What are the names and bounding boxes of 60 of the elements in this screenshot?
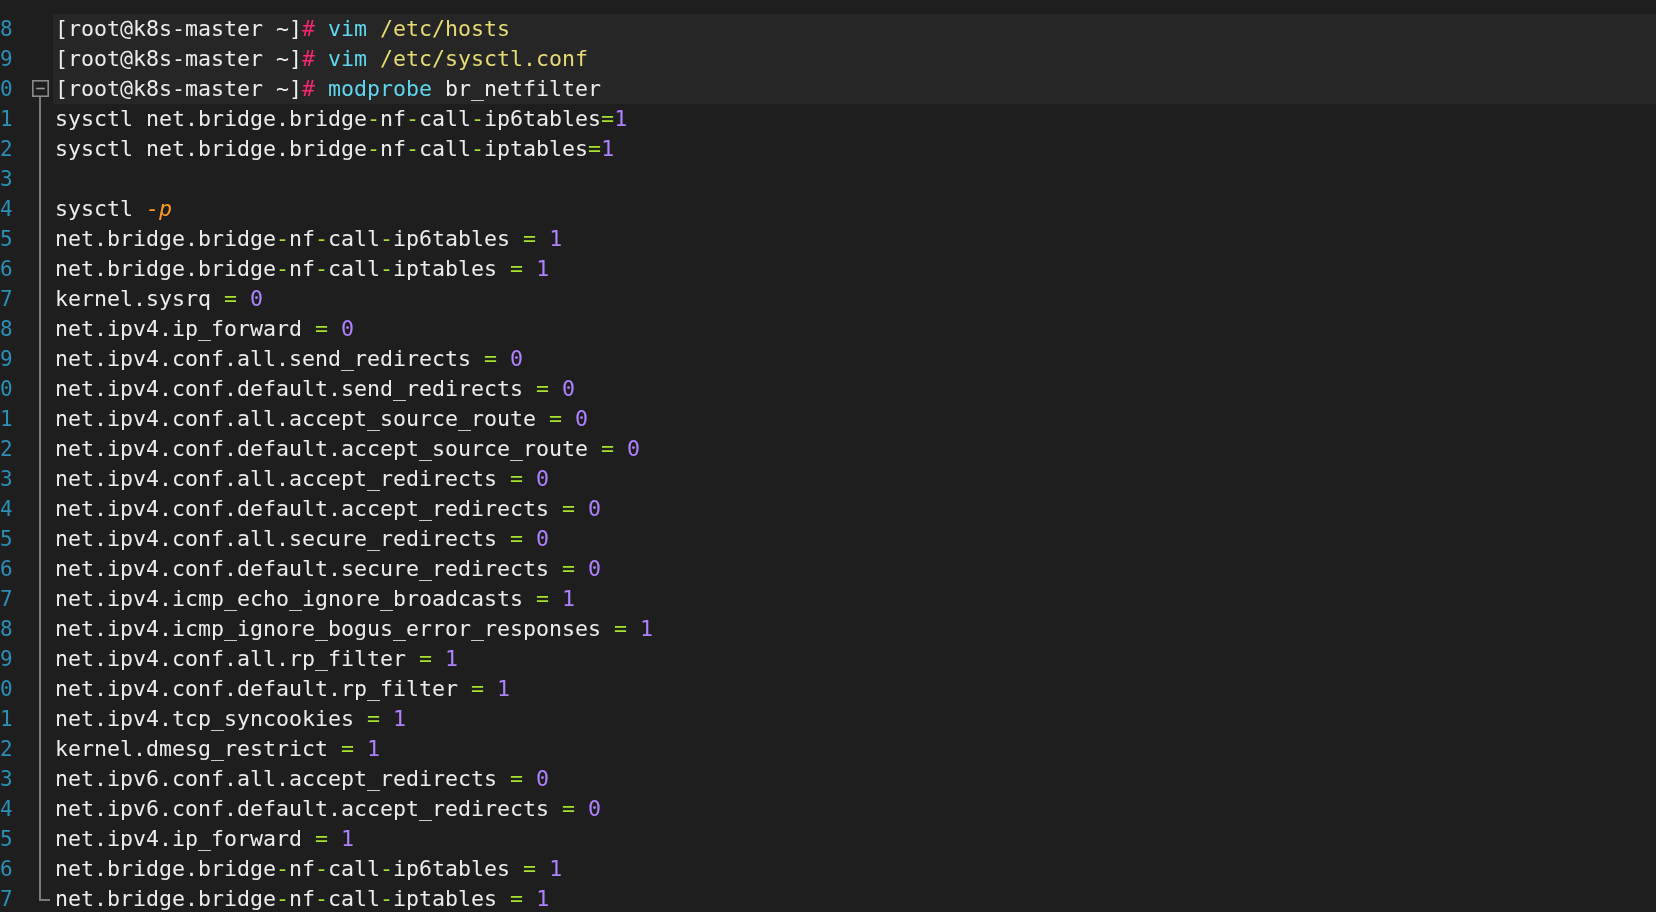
line-number: 3 [0,766,14,793]
code-line: net.ipv6.conf.all.accept_redirects = 0 [55,765,550,793]
line-number: 0 [0,676,14,703]
code-line: net.ipv4.conf.default.accept_source_route = 0 [55,435,641,463]
code-line: net.ipv4.ip_forward = 0 [55,315,355,343]
line-number: 1 [0,406,14,433]
code-line: net.bridge.bridge-nf-call-ip6tables = 1 [55,855,563,883]
code-line: net.ipv4.icmp_echo_ignore_broadcasts = 1 [55,585,576,613]
line-number: 5 [0,826,14,853]
line-number: 2 [0,436,14,463]
code-line: net.ipv4.conf.all.send_redirects = 0 [55,345,524,373]
code-line: net.ipv4.conf.all.secure_redirects = 0 [55,525,550,553]
line-number: 4 [0,496,14,523]
collapse-icon[interactable] [32,80,49,97]
code-line: net.bridge.bridge-nf-call-iptables = 1 [55,255,550,283]
line-number: 6 [0,256,14,283]
code-line: net.bridge.bridge-nf-call-iptables = 1 [55,885,550,912]
line-number: 7 [0,886,14,912]
code-line: [root@k8s-master ~]# vim /etc/hosts [55,15,511,43]
line-number: 6 [0,556,14,583]
line-number: 2 [0,736,14,763]
line-number: 1 [0,106,14,133]
line-number: 4 [0,796,14,823]
code-line: sysctl net.bridge.bridge-nf-call-ip6tables=1 [55,105,628,133]
code-line: net.bridge.bridge-nf-call-ip6tables = 1 [55,225,563,253]
code-line: net.ipv4.ip_forward = 1 [55,825,355,853]
code-line: [root@k8s-master ~]# modprobe br_netfilter [55,75,602,103]
line-number: 6 [0,856,14,883]
line-number: 0 [0,376,14,403]
code-line: net.ipv4.conf.default.rp_filter = 1 [55,675,511,703]
code-line: [root@k8s-master ~]# vim /etc/sysctl.conf [55,45,589,73]
line-number: 7 [0,586,14,613]
code-line: sysctl -p [55,195,173,223]
line-number: 7 [0,286,14,313]
line-number: 8 [0,616,14,643]
code-line: kernel.sysrq = 0 [55,285,264,313]
line-number: 9 [0,46,14,73]
code-line: net.ipv4.conf.all.rp_filter = 1 [55,645,459,673]
line-number: 8 [0,316,14,343]
line-number: 1 [0,706,14,733]
code-line: net.ipv4.tcp_syncookies = 1 [55,705,407,733]
code-line: net.ipv4.conf.default.send_redirects = 0 [55,375,576,403]
code-line: net.ipv4.conf.all.accept_redirects = 0 [55,465,550,493]
code-line: net.ipv4.conf.all.accept_source_route = 0 [55,405,589,433]
line-number: 4 [0,196,14,223]
line-number: 3 [0,466,14,493]
code-line: net.ipv4.conf.default.secure_redirects = 0 [55,555,602,583]
line-number: 2 [0,136,14,163]
code-line: net.ipv4.icmp_ignore_bogus_error_responses = 1 [55,615,654,643]
code-line: net.ipv6.conf.default.accept_redirects = 0 [55,795,602,823]
line-number: 9 [0,646,14,673]
line-number: 9 [0,346,14,373]
line-number: 3 [0,166,14,193]
code-line: kernel.dmesg_restrict = 1 [55,735,381,763]
line-number: 5 [0,526,14,553]
code-line: net.ipv4.conf.default.accept_redirects = 0 [55,495,602,523]
line-number: 0 [0,76,14,103]
code-line: sysctl net.bridge.bridge-nf-call-iptables=1 [55,135,615,163]
line-number: 5 [0,226,14,253]
line-number: 8 [0,16,14,43]
